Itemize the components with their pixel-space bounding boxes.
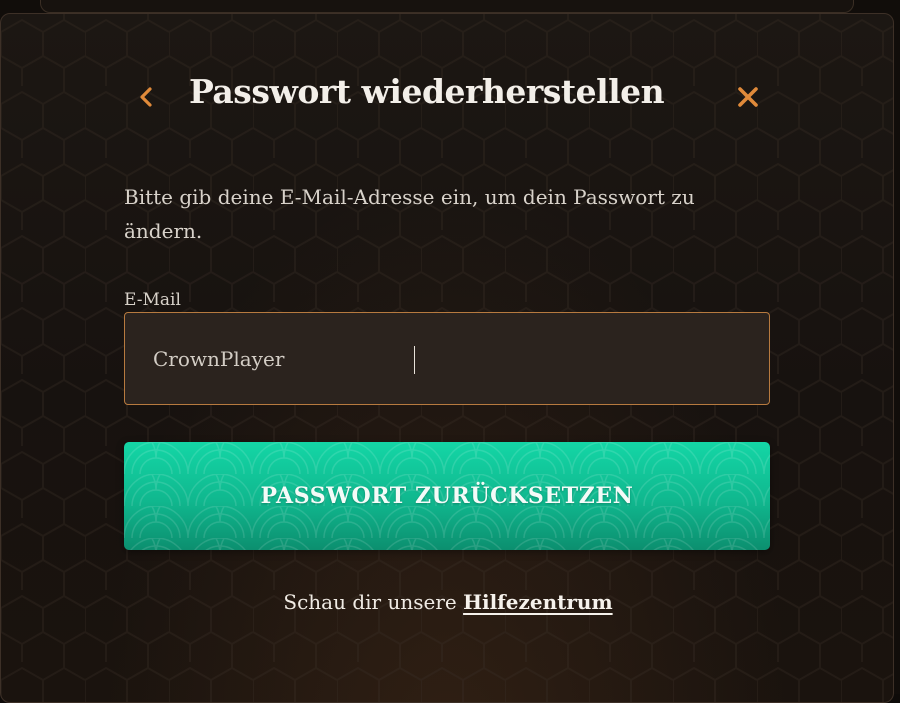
text-caret <box>414 346 415 374</box>
email-input[interactable] <box>125 313 769 404</box>
background-card <box>40 0 854 13</box>
reset-password-button-label: PASSWORT ZURÜCKSETZEN <box>260 483 634 509</box>
back-button[interactable] <box>131 80 161 114</box>
email-label: E-Mail <box>124 290 181 310</box>
close-button[interactable] <box>731 80 765 114</box>
help-prefix-text: Schau dir unsere <box>283 590 464 614</box>
email-field-container <box>124 312 770 405</box>
chevron-left-icon <box>140 87 152 107</box>
instructions-text: Bitte gib deine E-Mail-Adresse ein, um d… <box>124 185 695 243</box>
dialog-title: Passwort wiederherstellen <box>189 72 665 111</box>
password-reset-dialog: Passwort wiederherstellen Bitte gib dein… <box>0 13 894 703</box>
help-center-line: Schau dir unsere Hilfezentrum <box>1 590 893 614</box>
reset-password-button[interactable]: PASSWORT ZURÜCKSETZEN <box>124 442 770 550</box>
close-icon <box>738 87 758 107</box>
help-center-link[interactable]: Hilfezentrum <box>463 590 613 614</box>
